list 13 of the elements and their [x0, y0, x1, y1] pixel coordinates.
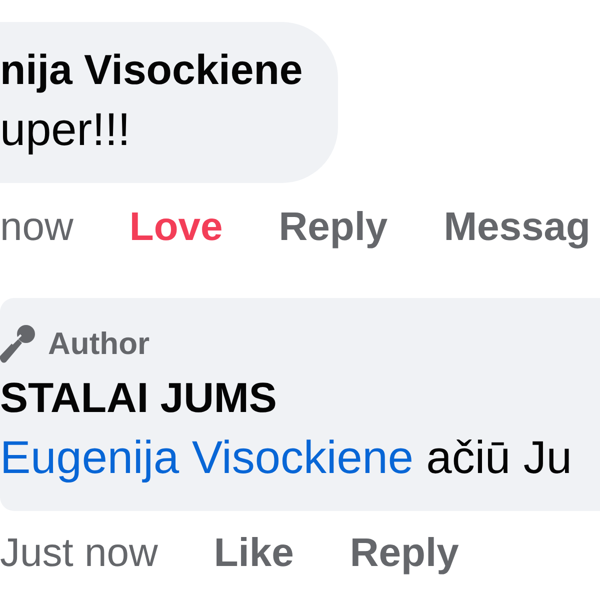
action-button[interactable]: Reply [350, 529, 459, 577]
timestamp: now [0, 204, 74, 251]
reaction-button[interactable]: Love [129, 203, 223, 251]
author-label: Author [48, 325, 150, 363]
mention-link[interactable]: Eugenija Visockiene [0, 431, 414, 483]
author-name[interactable]: STALAI JUMS [0, 374, 600, 422]
comment-text: uper!!! [0, 102, 132, 156]
reaction-button[interactable]: Like [214, 529, 294, 577]
action-button[interactable]: Reply [278, 203, 388, 251]
author-name[interactable]: nija Visockiene [0, 46, 338, 94]
comment-text: Eugenija Visockiene ačiū Ju [0, 430, 573, 484]
action-button[interactable]: Messag [444, 203, 590, 251]
timestamp: Just now [0, 530, 158, 577]
